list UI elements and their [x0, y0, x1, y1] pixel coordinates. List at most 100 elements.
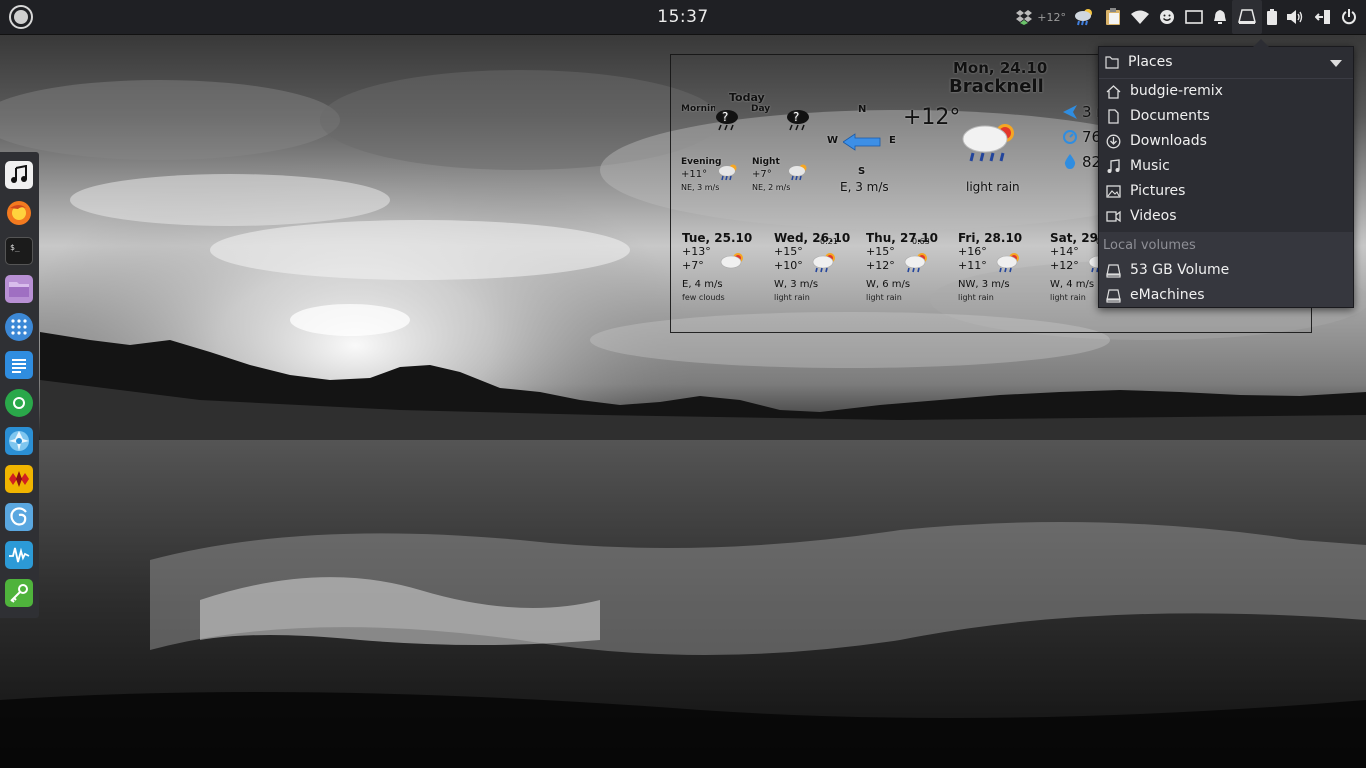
forecast-wind: W, 4 m/s — [1050, 279, 1095, 290]
forecast-precip: 0.21 — [820, 237, 838, 246]
battery-icon[interactable] — [1267, 0, 1277, 34]
download-icon — [1106, 134, 1121, 149]
volume-item-label: eMachines — [1130, 287, 1205, 303]
rain-cloud-icon — [789, 164, 807, 181]
svg-text:$_: $_ — [10, 243, 20, 252]
wind-arrow-icon — [843, 133, 881, 151]
home-icon — [1106, 85, 1121, 99]
compass-north: N — [858, 104, 867, 115]
places-drive-icon[interactable] — [1232, 0, 1262, 34]
forecast-low: +12° — [1050, 259, 1079, 272]
dock-terminal[interactable]: $_ — [5, 237, 33, 265]
dock: $_ — [0, 152, 39, 618]
forecast-wind: E, 4 m/s — [682, 279, 723, 290]
logout-icon[interactable] — [1315, 0, 1331, 34]
user-smiley-icon[interactable] — [1159, 0, 1175, 34]
dock-browser[interactable] — [5, 503, 33, 531]
music-note-icon — [1107, 159, 1120, 173]
morning-label: Morning — [681, 104, 715, 114]
svg-text:?: ? — [793, 110, 799, 124]
dropbox-icon[interactable] — [1016, 0, 1033, 34]
drive-icon — [1106, 264, 1121, 278]
places-header[interactable]: Places — [1099, 47, 1353, 79]
forecast-high: +16° — [958, 245, 987, 258]
places-item-pictures[interactable]: Pictures — [1099, 179, 1353, 204]
places-item-videos[interactable]: Videos — [1099, 204, 1353, 229]
system-tray: +12° — [1011, 0, 1362, 34]
current-condition: light rain — [966, 180, 1020, 194]
forecast-wind: W, 6 m/s — [866, 279, 911, 290]
places-item-home[interactable]: budgie-remix — [1099, 79, 1353, 104]
weather-date: Mon, 24.10 — [953, 59, 1048, 77]
forecast-condition: few clouds — [682, 293, 725, 302]
weather-city: Bracknell — [949, 76, 1044, 97]
notification-bell-icon[interactable] — [1213, 0, 1227, 34]
compass-east: E — [889, 135, 896, 146]
dock-passwords[interactable] — [5, 579, 33, 607]
current-wind: E, 3 m/s — [840, 180, 889, 194]
local-volumes-header: Local volumes — [1103, 238, 1196, 253]
compass-south: S — [858, 166, 866, 177]
forecast-day: Tue, 25.10 +13° +7° E, 4 m/s few clouds — [682, 227, 770, 307]
local-volumes-section: Local volumes 53 GB Volume eMachines — [1099, 232, 1353, 307]
partly-cloudy-icon — [720, 253, 743, 269]
forecast-day-label: Tue, 25.10 — [682, 231, 753, 245]
forecast-low: +11° — [958, 259, 987, 272]
forecast-day-label: Fri, 28.10 — [958, 231, 1023, 245]
forecast-low: +12° — [866, 259, 895, 272]
aperture-icon — [9, 431, 29, 451]
power-icon[interactable] — [1341, 0, 1357, 34]
forecast-low: +10° — [774, 259, 803, 272]
current-temp: +12° — [903, 105, 961, 130]
places-title: Places — [1128, 54, 1173, 70]
weather-rain-icon[interactable] — [1073, 0, 1095, 34]
grid-icon — [11, 319, 27, 335]
places-menu: Places budgie-remix Documents Downloads … — [1098, 39, 1354, 308]
dock-firefox[interactable] — [5, 199, 33, 227]
dock-cards[interactable] — [5, 465, 33, 493]
music-note-icon — [11, 165, 27, 183]
wifi-icon[interactable] — [1131, 0, 1149, 34]
forecast-high: +15° — [866, 245, 895, 258]
dock-files[interactable] — [5, 275, 33, 303]
document-icon — [1108, 109, 1119, 124]
dock-chrome[interactable] — [5, 389, 33, 417]
drive-icon — [1106, 289, 1121, 303]
places-item-label: Pictures — [1130, 183, 1186, 199]
firefox-icon — [7, 201, 31, 225]
forecast-high: +14° — [1050, 245, 1079, 258]
dock-music-player[interactable] — [5, 161, 33, 189]
volume-item-emachines[interactable]: eMachines — [1099, 283, 1353, 308]
places-item-downloads[interactable]: Downloads — [1099, 129, 1353, 154]
svg-text:?: ? — [722, 110, 728, 124]
pressure-gauge-icon — [1063, 130, 1077, 144]
wind-direction-icon — [1063, 105, 1077, 119]
dock-app-grid[interactable] — [5, 313, 33, 341]
humidity-drop-icon — [1064, 154, 1076, 169]
chrome-icon — [8, 392, 30, 414]
night-temp: +7° — [752, 169, 772, 180]
day-label: Day — [751, 104, 771, 114]
forecast-wind: NW, 3 m/s — [958, 279, 1010, 290]
forecast-wind: W, 3 m/s — [774, 279, 819, 290]
places-item-label: Videos — [1130, 208, 1177, 224]
places-item-music[interactable]: Music — [1099, 154, 1353, 179]
document-icon — [12, 359, 26, 373]
rain-cloud-sun-icon — [962, 124, 1014, 162]
clipboard-icon[interactable] — [1105, 0, 1121, 34]
tray-weather-temp: +12° — [1037, 10, 1066, 24]
volume-icon[interactable] — [1287, 0, 1305, 34]
chevron-down-icon[interactable] — [1330, 60, 1342, 67]
dock-text-editor[interactable] — [5, 351, 33, 379]
dock-system-monitor[interactable] — [5, 541, 33, 569]
video-icon — [1106, 210, 1121, 223]
rain-cloud-icon — [996, 253, 1019, 273]
forecast-condition: light rain — [866, 293, 902, 302]
waveform-icon — [9, 547, 30, 563]
volume-item-53gb[interactable]: 53 GB Volume — [1099, 258, 1353, 283]
places-item-documents[interactable]: Documents — [1099, 104, 1353, 129]
forecast-condition: light rain — [774, 293, 810, 302]
places-item-label: Documents — [1130, 108, 1210, 124]
dock-settings[interactable] — [5, 427, 33, 455]
window-icon[interactable] — [1185, 0, 1203, 34]
